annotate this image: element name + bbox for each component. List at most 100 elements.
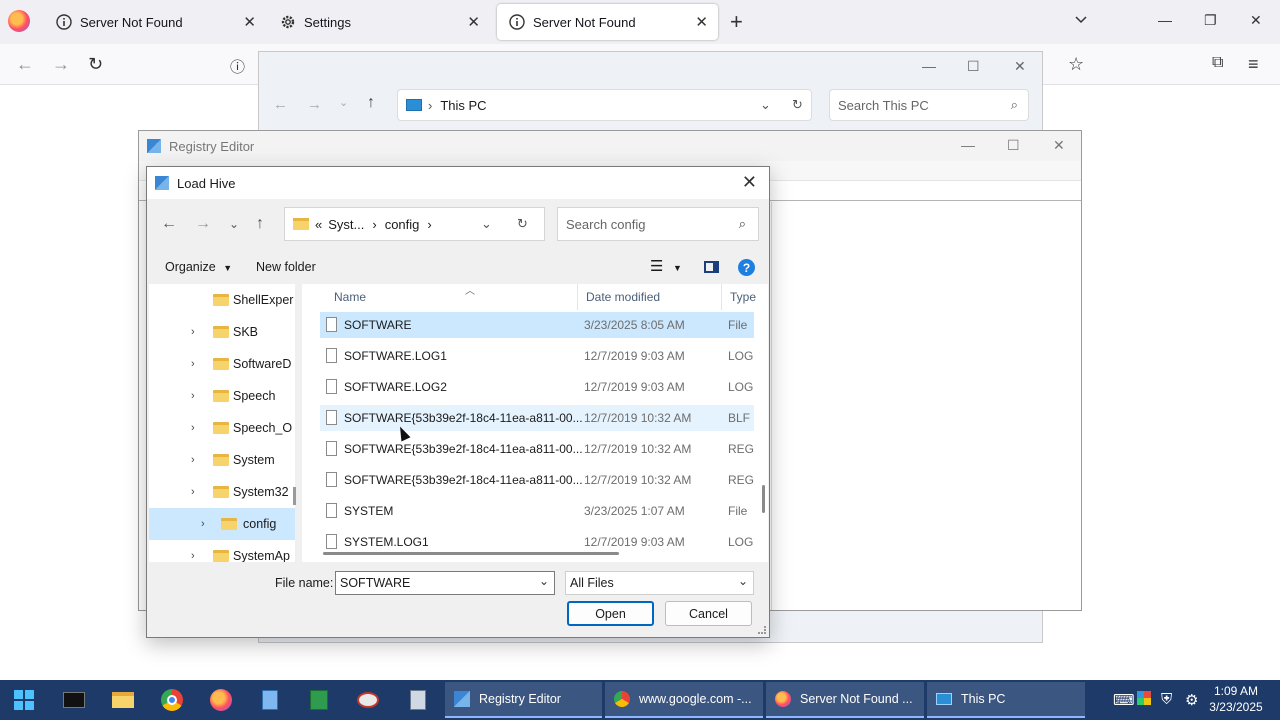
open-button[interactable]: Open: [567, 601, 654, 626]
chevron-right-icon[interactable]: ›: [191, 486, 195, 498]
browser-tab-3-active[interactable]: Server Not Found ✕: [497, 4, 718, 40]
forward-icon[interactable]: →: [52, 54, 70, 75]
site-info-icon[interactable]: ⓘ: [230, 56, 245, 77]
chevron-right-icon[interactable]: ›: [191, 550, 195, 562]
close-tab-icon[interactable]: ✕: [243, 13, 256, 31]
organize-menu[interactable]: Organize ▼: [165, 260, 232, 274]
column-header-name[interactable]: ︿ Name: [320, 284, 578, 310]
chevron-down-icon[interactable]: ⌄: [481, 216, 492, 232]
back-icon[interactable]: ←: [16, 54, 34, 75]
close-tab-icon[interactable]: ✕: [695, 13, 708, 31]
chevron-down-icon[interactable]: ⌄: [539, 574, 549, 588]
file-row[interactable]: SOFTWARE.LOG1 12/7/2019 9:03 AM LOG: [320, 343, 754, 369]
taskbar-window-chrome[interactable]: www.google.com -...: [605, 682, 763, 718]
tree-scrollbar-thumb[interactable]: [293, 487, 296, 505]
up-icon[interactable]: ↑: [256, 215, 264, 233]
tree-item[interactable]: › System32: [149, 476, 295, 508]
firefox-icon[interactable]: [207, 686, 235, 714]
close-icon[interactable]: ✕: [1053, 137, 1065, 154]
caret-down-icon[interactable]: ▼: [673, 263, 682, 273]
tree-item[interactable]: › SoftwareD: [149, 348, 295, 380]
tray-color-icon[interactable]: [1137, 691, 1151, 705]
help-icon[interactable]: ?: [738, 259, 755, 276]
spreadsheet-icon[interactable]: [305, 686, 333, 714]
forward-icon[interactable]: →: [195, 215, 211, 233]
tree-item[interactable]: ShellExper: [149, 284, 295, 316]
chrome-icon[interactable]: [158, 686, 186, 714]
taskbar-window-firefox[interactable]: Server Not Found ...: [766, 682, 924, 718]
up-icon[interactable]: ↑: [367, 94, 375, 112]
tree-item[interactable]: › SystemAp: [149, 540, 295, 562]
recent-locations-icon[interactable]: ⌄: [339, 96, 348, 109]
chevron-right-icon[interactable]: ›: [191, 390, 195, 402]
chevron-right-icon[interactable]: ›: [201, 518, 205, 530]
recent-locations-icon[interactable]: ⌄: [229, 217, 239, 231]
tree-item[interactable]: › System: [149, 444, 295, 476]
cancel-button[interactable]: Cancel: [665, 601, 752, 626]
breadcrumb-item[interactable]: Syst...: [328, 217, 364, 232]
chevron-right-icon[interactable]: ›: [191, 422, 195, 434]
chevron-right-icon[interactable]: ›: [191, 358, 195, 370]
bookmark-star-icon[interactable]: ☆: [1068, 54, 1084, 75]
file-name-input[interactable]: SOFTWARE ⌄: [335, 571, 555, 595]
chevron-right-icon[interactable]: ›: [191, 326, 195, 338]
file-row[interactable]: SOFTWARE.LOG2 12/7/2019 9:03 AM LOG: [320, 374, 754, 400]
breadcrumb-item[interactable]: config: [385, 217, 420, 232]
forward-icon[interactable]: →: [307, 96, 322, 113]
dialog-address-bar[interactable]: « Syst... › config › ⌄ ↻: [284, 207, 545, 241]
file-row[interactable]: SYSTEM 3/23/2025 1:07 AM File: [320, 498, 754, 524]
refresh-icon[interactable]: ↻: [517, 216, 528, 232]
resize-grip-icon[interactable]: [758, 626, 766, 634]
terminal-icon[interactable]: [60, 686, 88, 714]
maximize-icon[interactable]: ☐: [967, 58, 980, 75]
taskbar-clock[interactable]: 1:09 AM 3/23/2025: [1206, 683, 1266, 715]
tree-item[interactable]: › Speech_O: [149, 412, 295, 444]
column-header-date[interactable]: Date modified: [578, 284, 722, 310]
notepad-icon[interactable]: [256, 686, 284, 714]
menu-icon[interactable]: ≡: [1248, 54, 1259, 75]
preview-pane-icon[interactable]: [704, 261, 719, 273]
restore-icon[interactable]: ❐: [1204, 12, 1217, 29]
close-window-icon[interactable]: ✕: [1250, 12, 1262, 29]
new-folder-button[interactable]: New folder: [256, 260, 316, 274]
refresh-icon[interactable]: ↻: [792, 97, 803, 113]
start-button[interactable]: [10, 686, 38, 714]
tree-item-selected[interactable]: › config: [149, 508, 295, 540]
horizontal-scrollbar-thumb[interactable]: [323, 552, 619, 555]
file-row[interactable]: SOFTWARE{53b39e2f-18c4-11ea-a811-00... 1…: [320, 436, 754, 462]
browser-tab-1[interactable]: Server Not Found ✕: [44, 0, 266, 44]
explorer-address-bar[interactable]: › This PC ⌄ ↻: [397, 89, 812, 121]
chevron-right-icon[interactable]: ›: [191, 454, 195, 466]
minimize-icon[interactable]: —: [1158, 12, 1172, 28]
close-icon[interactable]: ✕: [742, 172, 757, 193]
dialog-search-input[interactable]: Search config ⌕: [557, 207, 759, 241]
view-options-icon[interactable]: ☰: [650, 257, 663, 275]
maximize-icon[interactable]: ☐: [1007, 137, 1020, 154]
chevron-down-icon[interactable]: ⌄: [738, 574, 748, 588]
paint-icon[interactable]: [354, 686, 382, 714]
vertical-scrollbar-thumb[interactable]: [762, 485, 765, 513]
file-explorer-icon[interactable]: [109, 686, 137, 714]
file-row-selected[interactable]: SOFTWARE 3/23/2025 8:05 AM File: [320, 312, 754, 338]
minimize-icon[interactable]: —: [961, 137, 975, 153]
back-icon[interactable]: ←: [273, 96, 288, 113]
file-row[interactable]: SOFTWARE{53b39e2f-18c4-11ea-a811-00... 1…: [320, 467, 754, 493]
new-tab-button[interactable]: +: [730, 9, 743, 35]
list-all-tabs-icon[interactable]: [1073, 11, 1089, 30]
file-type-select[interactable]: All Files ⌄: [565, 571, 754, 595]
tray-settings-icon[interactable]: ⚙: [1185, 691, 1198, 709]
breadcrumb-overflow[interactable]: «: [315, 217, 322, 232]
reload-icon[interactable]: ↻: [88, 54, 103, 75]
tree-item[interactable]: › SKB: [149, 316, 295, 348]
taskbar-window-this-pc[interactable]: This PC: [927, 682, 1085, 718]
explorer-search-input[interactable]: Search This PC ⌕: [829, 89, 1029, 121]
file-row-hover[interactable]: SOFTWARE{53b39e2f-18c4-11ea-a811-00... 1…: [320, 405, 754, 431]
close-tab-icon[interactable]: ✕: [467, 13, 480, 31]
back-icon[interactable]: ←: [161, 215, 177, 233]
chevron-down-icon[interactable]: ⌄: [760, 97, 771, 113]
close-icon[interactable]: ✕: [1014, 58, 1026, 75]
tray-keyboard-icon[interactable]: ⌨: [1113, 691, 1135, 709]
minimize-icon[interactable]: —: [922, 58, 936, 74]
tray-security-icon[interactable]: ⛨: [1161, 691, 1172, 708]
extensions-icon[interactable]: ⧉: [1212, 54, 1223, 72]
